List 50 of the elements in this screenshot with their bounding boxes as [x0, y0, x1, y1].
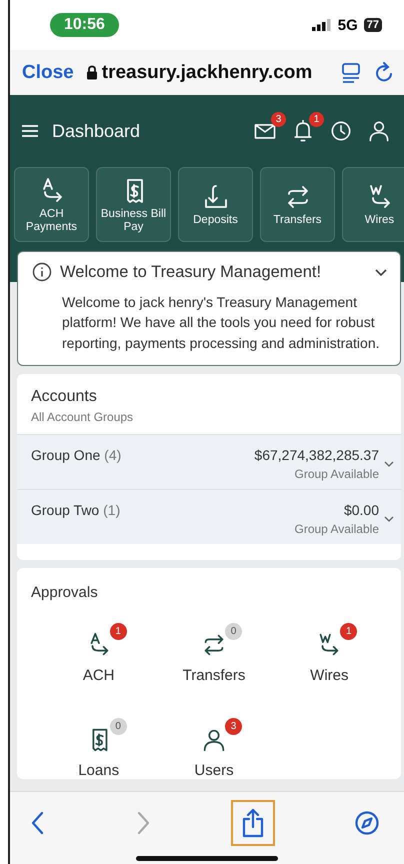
welcome-title: Welcome to Treasury Management! — [60, 262, 322, 282]
group-name: Group Two (1) — [31, 502, 122, 520]
expand-button[interactable] — [383, 460, 395, 468]
count-badge: 0 — [224, 622, 242, 640]
approval-item[interactable]: 1 Wires — [272, 618, 387, 684]
share-icon — [240, 808, 265, 838]
url-text[interactable]: treasury.jackhenry.com — [102, 62, 312, 84]
forward-icon — [135, 810, 152, 836]
action-tile[interactable]: ACH Payments — [14, 167, 89, 242]
group-name: Group One (4) — [31, 446, 122, 465]
network-label: 5G — [338, 16, 358, 34]
back-icon — [30, 810, 46, 836]
amount-caption: Group Available — [293, 466, 379, 481]
account-group-row[interactable]: Group Two (1) $0.00 Group Available — [17, 488, 401, 544]
compass-icon — [354, 810, 380, 836]
count-badge: 0 — [110, 718, 127, 735]
expand-button[interactable] — [383, 514, 395, 523]
signal-icon — [312, 19, 332, 31]
approvals-title: Approvals — [31, 584, 99, 601]
count-badge: 1 — [309, 112, 324, 127]
close-button[interactable]: Close — [22, 62, 74, 84]
page-title: Dashboard — [52, 120, 142, 142]
welcome-text: Welcome to jack henry's Treasury Management platform! We have all the tools you need for robust reporting, payments processing and administration. — [62, 293, 381, 353]
action-tile[interactable]: Wires — [342, 167, 404, 242]
count-badge: 3 — [271, 112, 286, 127]
amount-caption: Group Available — [294, 522, 379, 536]
share-button[interactable] — [230, 800, 275, 846]
group-amount: $0.00 — [342, 502, 379, 518]
action-tile[interactable]: Deposits — [178, 167, 253, 242]
action-tile[interactable]: Business Bill Pay — [96, 167, 171, 242]
reader-icon[interactable] — [340, 62, 362, 84]
info-icon — [32, 262, 52, 282]
action-tile[interactable]: Transfers — [260, 167, 335, 242]
approval-item[interactable]: 3 Users — [156, 714, 272, 779]
reload-icon[interactable] — [374, 62, 394, 84]
account-group-row[interactable]: Group One (4) $67,274,382,285.37 Group Available — [17, 434, 401, 489]
battery-level: 77 — [364, 18, 382, 32]
approval-item[interactable]: 1 ACH — [41, 618, 156, 684]
accounts-subtitle: All Account Groups — [31, 410, 134, 424]
lock-icon — [86, 65, 98, 80]
group-amount: $67,274,382,285.37 — [254, 446, 379, 463]
clock-time: 10:56 — [50, 13, 119, 37]
approval-item[interactable]: 0 Loans — [41, 714, 156, 779]
count-badge: 3 — [224, 718, 242, 735]
collapse-button[interactable] — [374, 267, 388, 277]
count-badge: 1 — [110, 622, 127, 640]
count-badge: 1 — [340, 622, 358, 640]
accounts-title: Accounts — [31, 388, 98, 406]
approval-item[interactable]: 0 Transfers — [156, 618, 272, 684]
menu-icon[interactable] — [22, 124, 38, 138]
